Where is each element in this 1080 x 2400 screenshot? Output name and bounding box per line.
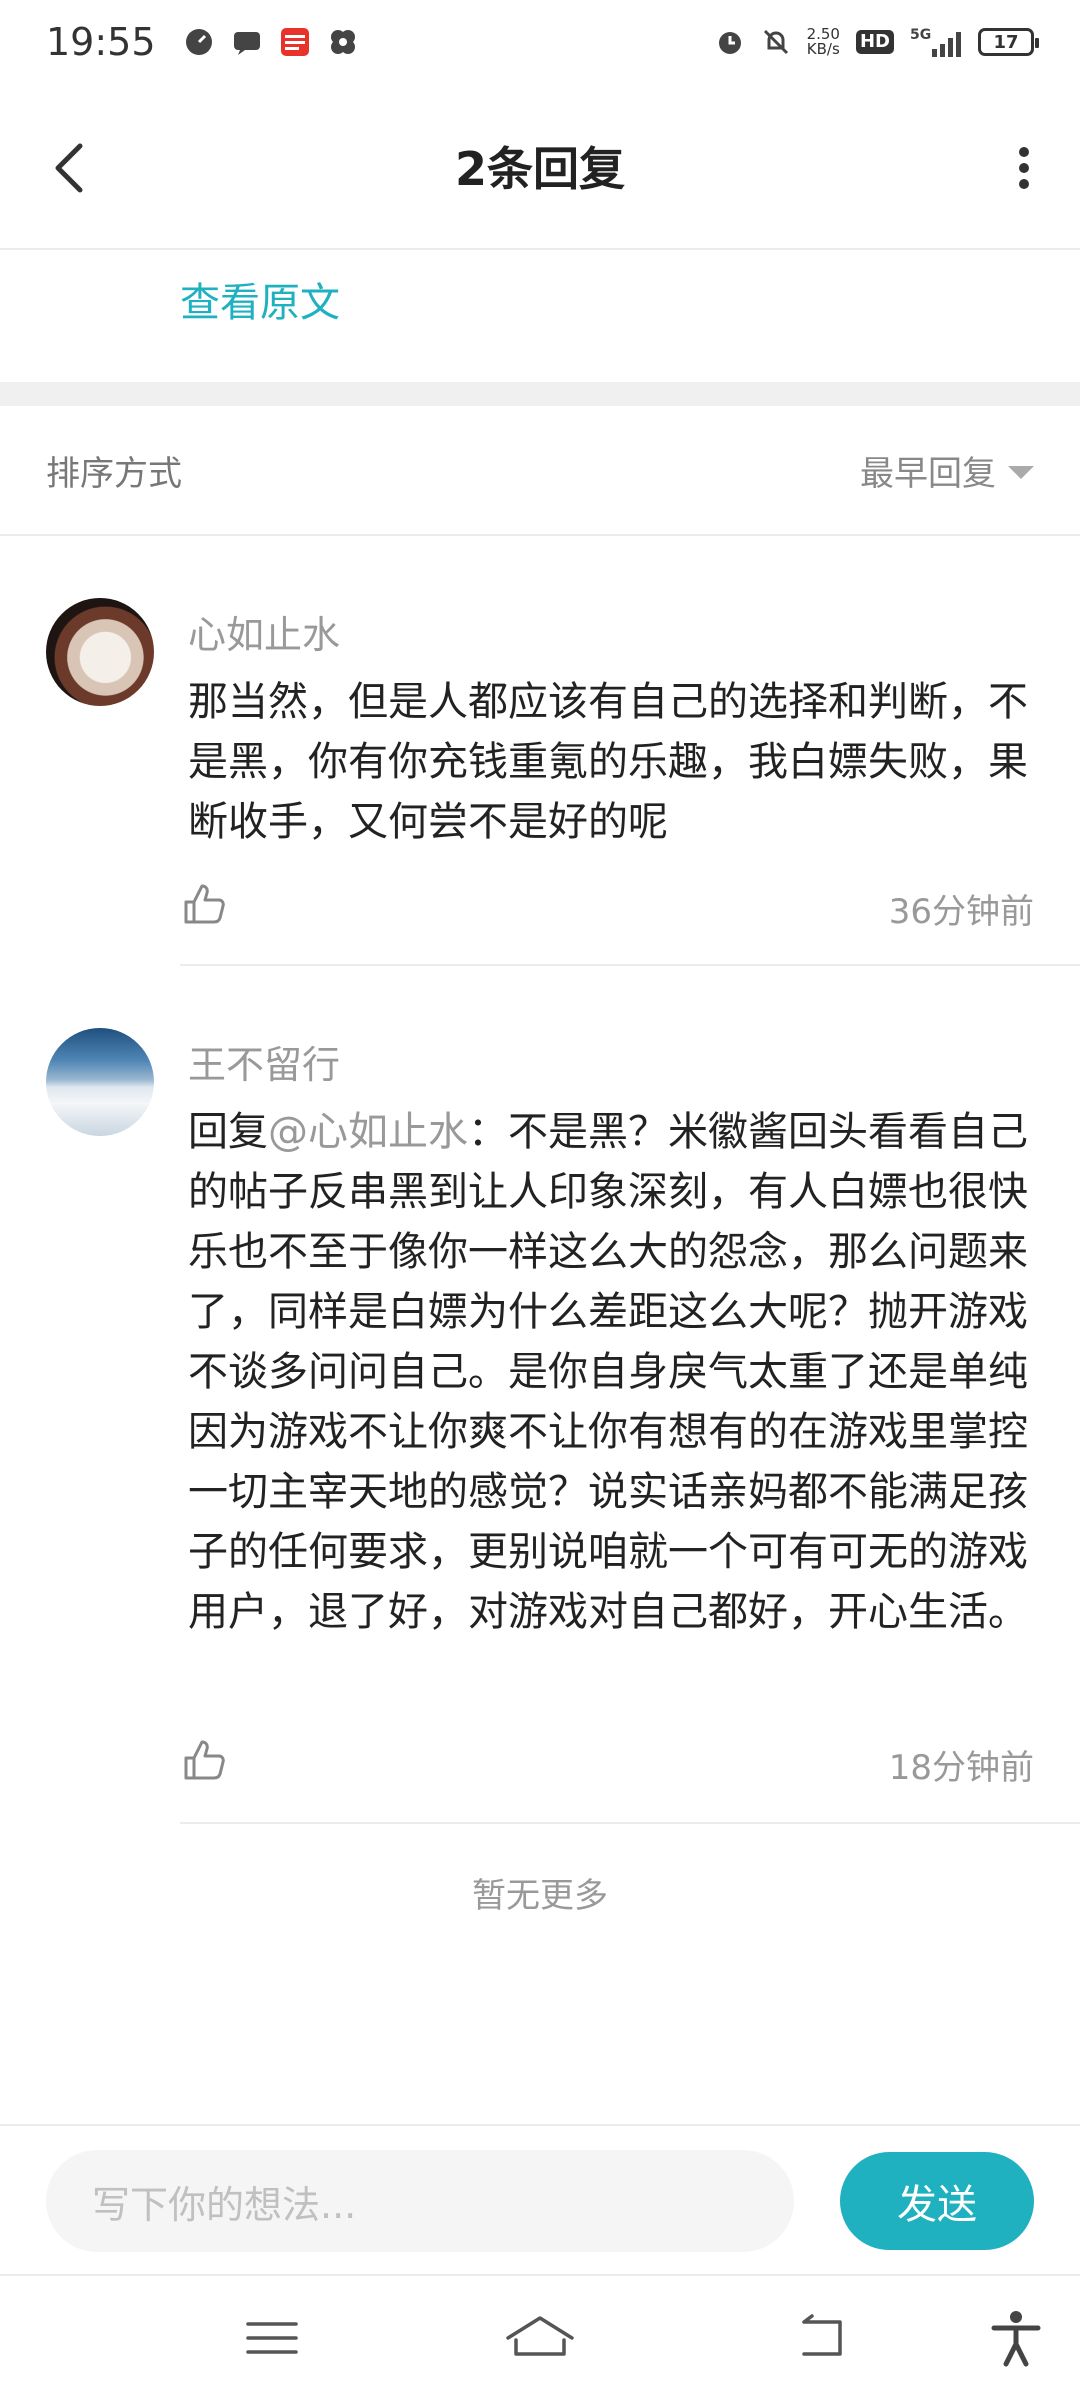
thumbs-up-icon[interactable] [180, 880, 228, 928]
hd-badge: HD [855, 30, 894, 54]
network-speed: 2.50 KB/s [807, 27, 840, 57]
comment-text: 回复@心如止水：不是黑？米徽酱回头看看自己的帖子反串黑到让人印象深刻，有人白嫖也… [188, 1102, 1038, 1642]
page-title: 2条回复 [454, 142, 625, 196]
reply-prefix: 回复 [188, 1109, 268, 1155]
comment-timestamp: 36分钟前 [888, 892, 1034, 932]
message-icon [233, 32, 260, 55]
comment-input[interactable]: 写下你的想法... [46, 2150, 794, 2252]
caret-down-icon [1008, 465, 1034, 479]
comment-divider [180, 1822, 1080, 1824]
battery-level: 17 [993, 31, 1019, 53]
comment-item: 心如止水 那当然，但是人都应该有自己的选择和判断，不是黑，你有你充钱重氪的乐趣，… [0, 536, 1080, 966]
sort-label: 排序方式 [46, 453, 182, 494]
accessibility-icon[interactable] [986, 2308, 1046, 2368]
sort-selected-value: 最早回复 [860, 453, 996, 494]
network-speed-unit: KB/s [806, 40, 840, 58]
sort-dropdown[interactable]: 最早回复 [860, 446, 1034, 495]
back-arrow-icon[interactable] [40, 136, 100, 200]
home-icon[interactable] [504, 2308, 576, 2368]
alarm-icon [718, 32, 741, 54]
comment-username[interactable]: 心如止水 [188, 604, 340, 659]
status-bar: 19:55 2.50 KB/s HD 5G 17 [0, 0, 1080, 84]
comment-text: 那当然，但是人都应该有自己的选择和判断，不是黑，你有你充钱重氪的乐趣，我白嫖失败… [188, 679, 1028, 845]
reply-body: ：不是黑？米徽酱回头看看自己的帖子反串黑到让人印象深刻，有人白嫖也很快乐也不至于… [188, 1109, 1028, 1635]
send-button[interactable]: 发送 [840, 2152, 1034, 2250]
comment-item: 王不留行 回复@心如止水：不是黑？米徽酱回头看看自己的帖子反串黑到让人印象深刻，… [0, 966, 1080, 1826]
sort-row: 排序方式 最早回复 [0, 406, 1080, 536]
comment-username[interactable]: 王不留行 [188, 1034, 340, 1089]
comment-input-bar: 写下你的想法... 发送 [0, 2124, 1080, 2276]
app-notification-icon [330, 30, 355, 54]
mute-bell-icon [763, 29, 788, 55]
system-nav-bar [0, 2276, 1080, 2400]
thumbs-up-icon[interactable] [180, 1736, 228, 1784]
speedometer-icon [185, 29, 212, 55]
avatar[interactable] [46, 598, 154, 706]
no-more-text: 暂无更多 [472, 1876, 608, 1916]
svg-text:5G: 5G [910, 27, 931, 43]
avatar[interactable] [46, 1028, 154, 1136]
status-time: 19:55 [46, 20, 156, 64]
mention-link[interactable]: @心如止水 [268, 1109, 468, 1155]
comment-timestamp: 18分钟前 [888, 1748, 1034, 1788]
view-original-link[interactable]: 查看原文 [180, 270, 340, 328]
signal-icon: 5G [910, 27, 961, 57]
back-nav-icon[interactable] [792, 2308, 852, 2368]
more-options-icon[interactable] [1004, 136, 1044, 200]
view-original-section: 查看原文 [0, 250, 1080, 382]
toutiao-app-icon [280, 28, 309, 56]
header: 2条回复 [0, 84, 1080, 250]
menu-icon[interactable] [242, 2308, 302, 2368]
section-divider [0, 382, 1080, 406]
battery-icon: 17 [978, 28, 1039, 56]
